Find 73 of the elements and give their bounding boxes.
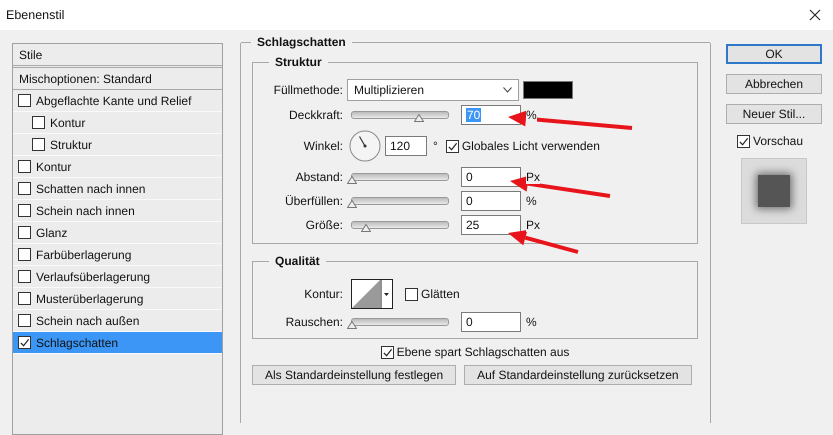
- unit-label: %: [526, 108, 537, 122]
- checkbox[interactable]: [737, 134, 750, 148]
- value-field[interactable]: 120: [385, 136, 427, 156]
- checkbox[interactable]: [18, 270, 31, 283]
- field-label: Winkel:: [302, 139, 344, 153]
- checkbox[interactable]: [18, 292, 31, 305]
- checkbox[interactable]: [18, 204, 31, 217]
- blend-options-item[interactable]: Mischoptionen: Standard: [19, 72, 152, 86]
- default-settings-button[interactable]: Auf Standardeinstellung zurücksetzen: [464, 365, 692, 385]
- field-label: Größe:: [304, 218, 344, 232]
- dialog-button[interactable]: Neuer Stil...: [726, 104, 822, 124]
- style-item[interactable]: Schatten nach innen: [13, 178, 222, 200]
- checkbox[interactable]: [18, 182, 31, 195]
- dialog-button[interactable]: OK: [726, 44, 822, 64]
- style-item[interactable]: Kontur: [13, 112, 222, 134]
- unit-label: Px: [526, 170, 540, 184]
- window-title: Ebenenstil: [6, 8, 64, 22]
- style-item[interactable]: Schein nach innen: [13, 200, 222, 222]
- style-item[interactable]: Abgeflachte Kante und Relief: [13, 90, 222, 112]
- checkbox[interactable]: [18, 94, 31, 107]
- checkbox[interactable]: [18, 226, 31, 239]
- checkbox[interactable]: [18, 160, 31, 173]
- field-label: Rauschen:: [284, 315, 344, 329]
- field-label: Kontur:: [303, 287, 344, 301]
- checkbox-label: Glätten: [421, 287, 460, 301]
- value-field[interactable]: 0: [461, 167, 521, 187]
- checkbox[interactable]: [18, 314, 31, 327]
- checkbox-label: Ebene spart Schlagschatten aus: [396, 345, 570, 359]
- slider-thumb[interactable]: [361, 224, 372, 232]
- close-icon[interactable]: [809, 9, 821, 21]
- group-title: Struktur: [269, 55, 328, 69]
- checkbox[interactable]: [18, 248, 31, 261]
- field-label: Füllmethode:: [272, 83, 344, 97]
- style-item[interactable]: Farbüberlagerung: [13, 244, 222, 266]
- checkbox[interactable]: [32, 116, 45, 129]
- style-item[interactable]: Kontur: [13, 156, 222, 178]
- slider-thumb[interactable]: [347, 200, 357, 208]
- panel-header: Stile: [19, 48, 42, 62]
- checkbox-label: Globales Licht verwenden: [462, 139, 600, 153]
- style-item[interactable]: Glanz: [13, 222, 222, 244]
- slider-thumb[interactable]: [414, 114, 424, 122]
- style-item[interactable]: Verlaufsüberlagerung: [13, 266, 222, 288]
- slider-track[interactable]: [351, 111, 449, 119]
- group-title: Qualität: [269, 254, 326, 268]
- unit-label: %: [526, 194, 537, 208]
- checkbox[interactable]: [446, 140, 459, 152]
- value-field[interactable]: 0: [461, 312, 521, 332]
- style-preview: [741, 158, 807, 224]
- unit-label: Px: [526, 218, 540, 232]
- field-label: Überfüllen:: [284, 194, 344, 208]
- checkbox[interactable]: [18, 336, 31, 349]
- default-settings-button[interactable]: Als Standardeinstellung festlegen: [252, 365, 456, 385]
- style-item[interactable]: Schlagschatten: [13, 332, 222, 354]
- dialog-button[interactable]: Abbrechen: [726, 74, 822, 94]
- value-field[interactable]: 0: [461, 191, 521, 211]
- checkbox[interactable]: [380, 346, 394, 358]
- slider-track[interactable]: [351, 221, 449, 229]
- checkbox[interactable]: [32, 138, 45, 151]
- slider-thumb[interactable]: [347, 176, 357, 184]
- style-item[interactable]: Musterüberlagerung: [13, 288, 222, 310]
- checkbox-label: Vorschau: [753, 134, 804, 148]
- color-swatch[interactable]: [523, 81, 573, 99]
- blend-mode-dropdown[interactable]: Multiplizieren: [347, 79, 519, 101]
- field-label: Deckkraft:: [288, 108, 344, 122]
- angle-dial[interactable]: [349, 130, 381, 162]
- field-label: Abstand:: [294, 170, 344, 184]
- chevron-down-icon: [503, 87, 512, 93]
- unit-label: %: [526, 315, 537, 329]
- contour-picker[interactable]: [351, 279, 393, 309]
- slider-thumb[interactable]: [347, 321, 357, 329]
- style-item[interactable]: Struktur: [13, 134, 222, 156]
- value-field[interactable]: 25: [461, 215, 521, 235]
- checkbox[interactable]: [405, 288, 418, 300]
